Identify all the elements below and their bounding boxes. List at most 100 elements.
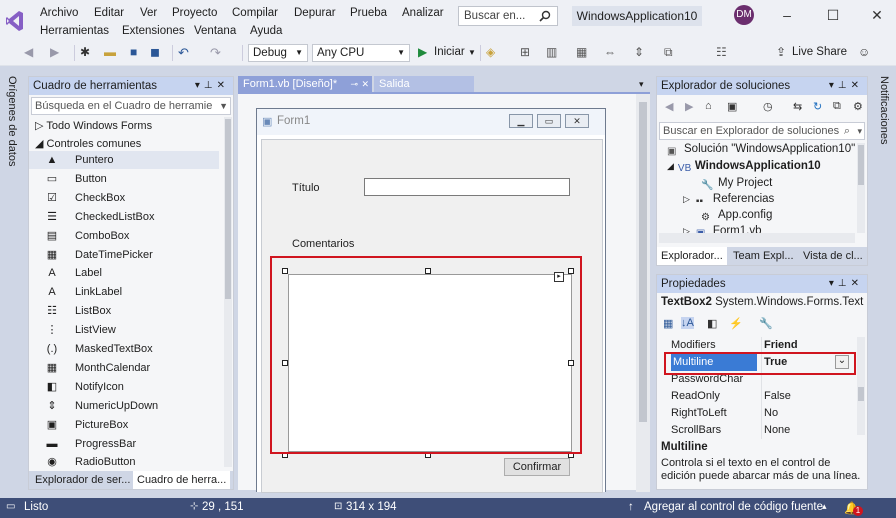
home-icon[interactable]: ⌂ [705, 100, 712, 112]
property-row[interactable]: ScrollBars None [657, 422, 853, 439]
scrollbar-thumb[interactable] [858, 145, 864, 185]
format-icon[interactable]: ⊞ [520, 45, 536, 61]
toolbox-item[interactable]: ☰ CheckedListBox [29, 208, 219, 226]
back-icon[interactable]: ◀ [24, 45, 40, 61]
add-to-source-control-button[interactable]: Agregar al control de código fuente [644, 501, 823, 513]
notifications-tab[interactable]: Notificaciones [878, 76, 890, 144]
menu-proyecto[interactable]: Proyecto [172, 7, 217, 19]
tab-team-explorer[interactable]: Team Expl... [729, 247, 798, 265]
chevron-down-icon[interactable]: ▾ [857, 123, 862, 139]
solution-search-input[interactable]: Buscar en Explorador de soluciones ( ⌕ ▾ [659, 122, 865, 140]
toolbox-group-all[interactable]: ▷ Todo Windows Forms [35, 119, 152, 132]
global-search-input[interactable]: Buscar en... [458, 6, 558, 26]
tab-form1-designer[interactable]: Form1.vb [Diseño]* ⊸ ✕ [238, 76, 372, 92]
toolbox-item[interactable]: ◧ NotifyIcon [29, 378, 219, 396]
menu-ver[interactable]: Ver [140, 7, 157, 19]
confirmar-button[interactable]: Confirmar [504, 458, 570, 476]
chevron-up-icon[interactable]: ▴ [822, 501, 827, 512]
designer-scrollbar[interactable] [636, 94, 650, 492]
size-icon[interactable]: ⇕ [634, 45, 650, 61]
toolbox-scrollbar[interactable] [224, 117, 232, 467]
tree-references[interactable]: ▷ ▪▪ Referencias [683, 193, 774, 208]
tree-form1[interactable]: ▷▣Form1.vb [683, 225, 762, 233]
menu-prueba[interactable]: Prueba [350, 7, 387, 19]
menu-herramientas[interactable]: Herramientas [40, 25, 109, 37]
pin-icon[interactable]: ⊥ [838, 278, 851, 289]
spacing-icon[interactable]: ⇔ [604, 45, 620, 61]
switch-views-icon[interactable]: ▣ [727, 100, 737, 113]
tab-class-view[interactable]: Vista de cl... [799, 247, 867, 265]
property-row[interactable]: RightToLeft No [657, 405, 853, 422]
open-folder-icon[interactable]: ▬ [104, 45, 120, 61]
toolbox-search-input[interactable]: Búsqueda en el Cuadro de herramie ▼ [31, 97, 231, 115]
forward-icon[interactable]: ▶ [50, 45, 66, 61]
chevron-down-icon[interactable]: ◢ [667, 161, 674, 171]
layout-icon[interactable]: ▦ [576, 45, 592, 61]
collapse-all-icon[interactable]: ⧉ [833, 100, 841, 113]
toolbox-item[interactable]: ▲ Puntero [29, 151, 219, 169]
close-icon[interactable]: ✕ [851, 80, 863, 91]
toolbox-item[interactable]: ☷ ListBox [29, 302, 219, 320]
chevron-down-icon[interactable]: ▼ [217, 98, 228, 114]
menu-analizar[interactable]: Analizar [402, 7, 444, 19]
pin-icon[interactable]: ⊥ [204, 80, 217, 91]
label-comentarios[interactable]: Comentarios [292, 238, 354, 250]
configuration-select[interactable]: Debug ▼ [248, 44, 308, 62]
properties-icon[interactable]: ⚙ [853, 100, 863, 113]
tab-order-icon[interactable]: ☷ [716, 45, 732, 61]
minimize-button[interactable]: – [772, 4, 802, 26]
properties-view-icon[interactable]: ◧ [707, 317, 717, 330]
menu-archivo[interactable]: Archivo [40, 7, 78, 19]
user-avatar[interactable]: DM [734, 5, 754, 25]
chevron-right-icon[interactable]: ▷ [683, 226, 690, 233]
pin-icon[interactable]: ⊥ [838, 80, 851, 91]
tab-solution-explorer[interactable]: Explorador... [657, 247, 727, 265]
scrollbar-thumb[interactable] [639, 102, 647, 422]
pin-icon[interactable]: ⊸ [350, 76, 358, 92]
property-value[interactable]: No [761, 405, 849, 422]
align-icon[interactable]: ▥ [546, 45, 562, 61]
toolbox-group-common[interactable]: ◢ Controles comunes [35, 137, 141, 150]
save-icon[interactable]: ■ [130, 45, 146, 61]
toolbox-item[interactable]: ▬ ProgressBar [29, 435, 219, 453]
categorized-icon[interactable]: ▦ [663, 317, 673, 330]
close-icon[interactable]: ✕ [361, 76, 369, 92]
visual-studio-logo-icon[interactable] [6, 10, 24, 32]
toolbox-item[interactable]: ⇕ NumericUpDown [29, 397, 219, 415]
se-vscrollbar[interactable] [857, 143, 865, 233]
play-icon[interactable]: ▶ [418, 45, 434, 61]
label-titulo[interactable]: Título [292, 182, 320, 194]
toolbox-item[interactable]: ▣ PictureBox [29, 416, 219, 434]
alphabetical-icon[interactable]: ↓A [681, 317, 694, 329]
close-icon[interactable]: ✕ [217, 80, 229, 91]
redo-icon[interactable]: ↷ [210, 45, 226, 61]
toolbox-item[interactable]: ◉ RadioButton [29, 453, 219, 471]
close-window-button[interactable]: ✕ [862, 4, 892, 26]
menu-extensiones[interactable]: Extensiones [122, 25, 185, 37]
tab-output[interactable]: Salida [374, 76, 474, 92]
platform-select[interactable]: Any CPU ▼ [312, 44, 410, 62]
save-all-icon[interactable]: ◼ [150, 45, 166, 61]
pending-changes-icon[interactable]: ◷ [763, 100, 773, 113]
property-value[interactable]: None [761, 422, 849, 439]
tree-solution[interactable]: ▣ Solución "WindowsApplication10" [667, 143, 855, 158]
chevron-down-icon[interactable]: ▼ [468, 48, 476, 57]
menu-compilar[interactable]: Compilar [232, 7, 278, 19]
menu-ventana[interactable]: Ventana [194, 25, 236, 37]
toolbox-item[interactable]: ▦ DateTimePicker [29, 246, 219, 264]
new-project-icon[interactable]: ✱ [80, 45, 96, 61]
browser-link-icon[interactable]: ◈ [486, 45, 502, 61]
se-hscrollbar[interactable] [659, 233, 855, 243]
toolbox-item[interactable]: (.) MaskedTextBox [29, 340, 219, 358]
close-icon[interactable]: ✕ [851, 278, 863, 289]
properties-object-selector[interactable]: TextBox2 System.Windows.Forms.Text [661, 296, 863, 308]
titulo-textbox[interactable] [364, 178, 570, 196]
undo-icon[interactable]: ↶ [178, 45, 194, 61]
maximize-button[interactable]: ☐ [818, 4, 848, 26]
order-icon[interactable]: ⧉ [664, 45, 680, 61]
chevron-right-icon[interactable]: ▷ [683, 194, 690, 204]
tree-my-project[interactable]: 🔧 My Project [701, 177, 772, 192]
sync-icon[interactable]: ⇆ [793, 100, 802, 113]
properties-scrollbar[interactable] [857, 337, 865, 435]
live-share-button[interactable]: Live Share [792, 46, 847, 58]
